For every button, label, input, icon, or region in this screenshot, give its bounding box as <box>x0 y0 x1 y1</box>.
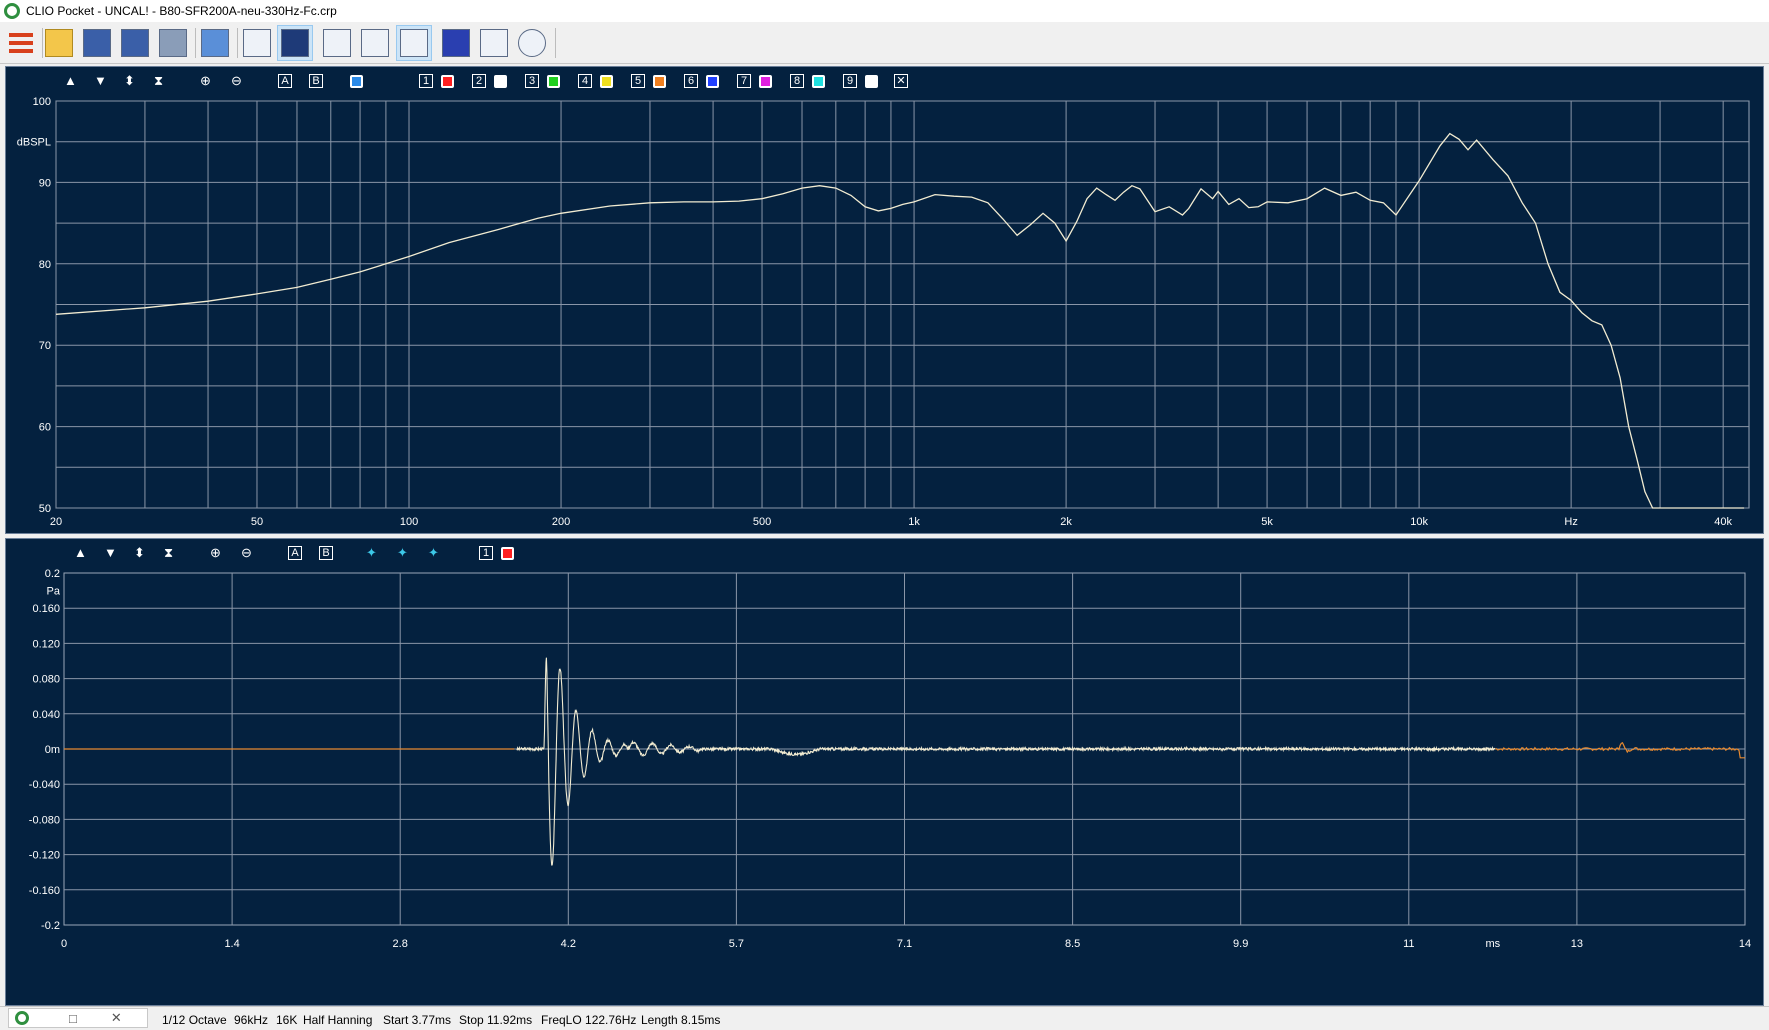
y-tick-label: -0.080 <box>29 814 60 826</box>
open-file-icon <box>45 29 73 57</box>
impulse-icon <box>361 29 389 57</box>
step-response-icon <box>400 29 428 57</box>
y-tick-label: 0.120 <box>32 638 60 650</box>
x-tick-label: 10k <box>1410 516 1428 528</box>
filter-button[interactable] <box>476 25 512 61</box>
status-bar: □ ✕ 1/12 Octave 96kHz 16K Half Hanning S… <box>0 1006 1769 1030</box>
y-tick-label: 90 <box>39 177 51 189</box>
waterfall-button[interactable] <box>277 25 313 61</box>
y-tick-label: -0.040 <box>29 779 60 791</box>
x-tick-label: 50 <box>251 516 263 528</box>
freqlo-status: FreqLO 122.76Hz <box>541 1013 637 1027</box>
polar-button[interactable] <box>514 25 550 61</box>
minimized-window[interactable]: □ ✕ <box>8 1008 148 1028</box>
x-tick-label: 4.2 <box>561 938 576 950</box>
y-axis-label: Pa <box>47 586 61 598</box>
size-status: 16K <box>276 1013 298 1027</box>
polar-icon <box>518 29 546 57</box>
x-tick-label: 11 <box>1403 938 1414 950</box>
x-tick-label: 20 <box>50 516 62 528</box>
y-tick-label: 100 <box>33 96 51 108</box>
x-axis-label: ms <box>1486 938 1501 950</box>
x-tick-label: 9.9 <box>1233 938 1248 950</box>
window-title: CLIO Pocket - UNCAL! - B80-SFR200A-neu-3… <box>26 4 337 18</box>
y-tick-label: 60 <box>39 422 51 434</box>
x-tick-label: 200 <box>552 516 570 528</box>
frequency-response-button[interactable] <box>239 25 275 61</box>
y-axis-label: dBSPL <box>17 137 51 149</box>
x-tick-label: 500 <box>753 516 771 528</box>
spectrogram-button[interactable] <box>438 25 474 61</box>
impulse-response-chart: 0.2 0.160 0.120 0.080 0.040 0m -0.040 -0.080 -0.… <box>29 568 1751 950</box>
impulse-button[interactable] <box>357 25 393 61</box>
y-tick-label: 0m <box>45 744 60 756</box>
print-icon <box>159 29 187 57</box>
x-tick-label: 100 <box>400 516 418 528</box>
y-tick-label: 50 <box>39 503 51 515</box>
frequency-response-curve <box>55 132 1745 509</box>
app-logo-icon <box>15 1011 29 1025</box>
x-tick-label: 14 <box>1739 938 1751 950</box>
y-tick-label: 0.040 <box>32 709 60 721</box>
save-button[interactable] <box>79 25 115 61</box>
x-tick-label: 40k <box>1714 516 1732 528</box>
x-tick-label: 2.8 <box>393 938 408 950</box>
octave-status: 1/12 Octave <box>162 1013 227 1027</box>
step-response-button[interactable] <box>396 25 432 61</box>
menu-icon <box>9 33 33 53</box>
close-icon[interactable]: ✕ <box>111 1010 122 1026</box>
y-tick-label: 70 <box>39 340 51 352</box>
frequency-response-icon <box>243 29 271 57</box>
frequency-response-panel: ▲ ▼ ⬍ ⧗ ⊕ ⊖ A B 123456789 ✕ 100 90 80 70 60 5… <box>5 66 1764 534</box>
y-tick-label: 0.160 <box>32 603 60 615</box>
y-tick-label: 0.080 <box>32 674 60 686</box>
stop-status: Stop 11.92ms <box>459 1013 533 1027</box>
window-status: Half Hanning <box>303 1013 373 1027</box>
impulse-response-panel: ▲ ▼ ⬍ ⧗ ⊕ ⊖ A B ✦ ✦ ✦ 1 0.2 0.160 0.120 0.0… <box>5 538 1764 1006</box>
y-tick-label: 80 <box>39 259 51 271</box>
post-gate-trace <box>1495 742 1745 759</box>
envelope-icon <box>323 29 351 57</box>
impulse-response-curve <box>516 657 1496 866</box>
open-button[interactable] <box>41 25 77 61</box>
x-tick-label: 7.1 <box>897 938 912 950</box>
title-bar: CLIO Pocket - UNCAL! - B80-SFR200A-neu-3… <box>0 0 1769 22</box>
x-tick-label: 13 <box>1571 938 1583 950</box>
x-tick-label: 5.7 <box>729 938 744 950</box>
x-tick-label: 0 <box>61 938 67 950</box>
x-tick-label: 1.4 <box>224 938 239 950</box>
save-icon <box>83 29 111 57</box>
y-tick-label: -0.2 <box>41 920 60 932</box>
save-as-icon <box>121 29 149 57</box>
waterfall-icon <box>281 29 309 57</box>
y-tick-label: -0.120 <box>29 850 60 862</box>
x-tick-label: 1k <box>908 516 920 528</box>
frequency-response-chart: 1009080706050dBSPL20 50 100 200 500 1k 2k 5k 10k… <box>17 96 1750 528</box>
main-toolbar <box>0 22 1769 64</box>
checkmark-icon <box>201 29 229 57</box>
length-status: Length 8.15ms <box>641 1013 721 1027</box>
filter-icon <box>480 29 508 57</box>
spectrogram-icon <box>442 29 470 57</box>
save-as-button[interactable] <box>117 25 153 61</box>
envelope-button[interactable] <box>319 25 355 61</box>
restore-icon[interactable]: □ <box>69 1011 77 1026</box>
app-logo-icon <box>4 3 20 19</box>
validate-button[interactable] <box>197 25 233 61</box>
rate-status: 96kHz <box>234 1013 269 1027</box>
y-tick-label: -0.160 <box>29 885 60 897</box>
x-tick-label: 2k <box>1060 516 1072 528</box>
print-button[interactable] <box>155 25 191 61</box>
start-status: Start 3.77ms <box>383 1013 452 1027</box>
x-axis-label: Hz <box>1564 516 1577 528</box>
x-tick-label: 8.5 <box>1065 938 1080 950</box>
menu-button[interactable] <box>3 25 39 61</box>
y-tick-label: 0.2 <box>45 568 60 580</box>
x-tick-label: 5k <box>1261 516 1273 528</box>
